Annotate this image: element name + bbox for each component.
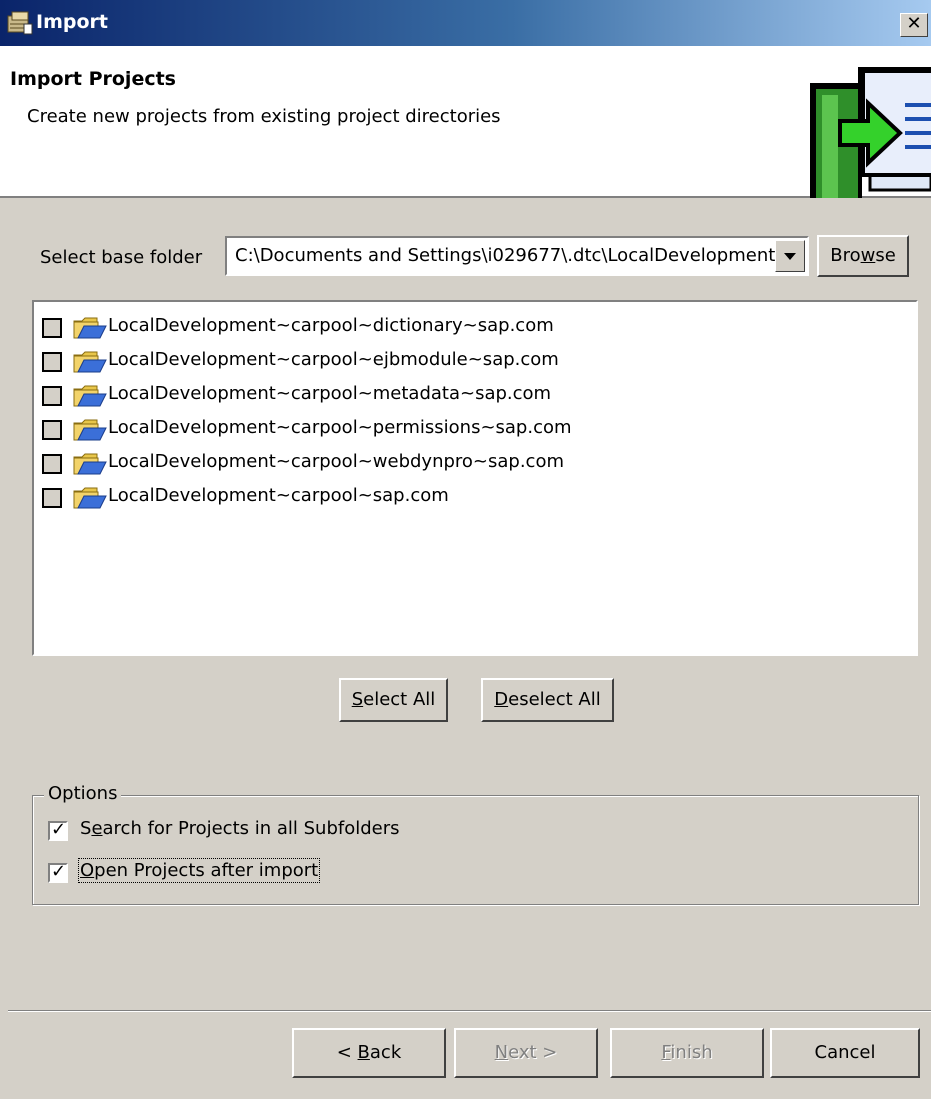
browse-button[interactable]: Browse: [817, 235, 909, 277]
wizard-header: Import Projects Create new projects from…: [0, 46, 931, 198]
project-label: LocalDevelopment~carpool~metadata~sap.co…: [108, 383, 552, 404]
search-subfolders-checkbox[interactable]: ✓: [48, 819, 68, 841]
base-folder-dropdown-button[interactable]: [775, 240, 805, 272]
project-checkbox[interactable]: [42, 454, 62, 474]
back-button[interactable]: < Back: [292, 1028, 446, 1078]
import-arrow-icon: [810, 67, 931, 198]
project-checkbox[interactable]: [42, 488, 62, 508]
project-checkbox[interactable]: [42, 420, 62, 440]
chevron-down-icon: [784, 253, 796, 260]
select-all-button[interactable]: Select All: [339, 678, 448, 722]
base-folder-combo[interactable]: C:\Documents and Settings\i029677\.dtc\L…: [225, 236, 809, 276]
folder-icon: [73, 419, 107, 441]
next-button[interactable]: Next >: [454, 1028, 598, 1078]
project-label: LocalDevelopment~carpool~sap.com: [108, 485, 449, 506]
base-folder-value[interactable]: C:\Documents and Settings\i029677\.dtc\L…: [235, 245, 775, 266]
footer-separator: [8, 1010, 931, 1012]
deselect-all-button[interactable]: Deselect All: [481, 678, 614, 722]
project-list[interactable]: LocalDevelopment~carpool~dictionary~sap.…: [32, 300, 918, 656]
project-label: LocalDevelopment~carpool~permissions~sap…: [108, 417, 572, 438]
checkmark-icon: ✓: [51, 861, 67, 882]
folder-icon: [73, 351, 107, 373]
finish-button[interactable]: Finish: [610, 1028, 764, 1078]
base-folder-label: Select base folder: [40, 247, 203, 268]
open-after-import-label[interactable]: Open Projects after import: [77, 858, 321, 883]
options-group: [32, 795, 919, 905]
page-description: Create new projects from existing projec…: [27, 106, 501, 127]
checkmark-icon: ✓: [51, 819, 67, 840]
open-after-import-checkbox[interactable]: ✓: [48, 861, 68, 883]
project-checkbox[interactable]: [42, 352, 62, 372]
import-wizard-icon: [7, 11, 33, 35]
project-label: LocalDevelopment~carpool~dictionary~sap.…: [108, 315, 554, 336]
folder-icon: [73, 487, 107, 509]
project-checkbox[interactable]: [42, 386, 62, 406]
project-label: LocalDevelopment~carpool~ejbmodule~sap.c…: [108, 349, 559, 370]
close-icon: ✕: [906, 13, 922, 34]
options-group-label: Options: [44, 783, 122, 804]
window-title: Import: [36, 11, 108, 33]
cancel-button[interactable]: Cancel: [770, 1028, 920, 1078]
search-subfolders-label[interactable]: Search for Projects in all Subfolders: [80, 818, 400, 839]
folder-icon: [73, 453, 107, 475]
project-label: LocalDevelopment~carpool~webdynpro~sap.c…: [108, 451, 565, 472]
folder-icon: [73, 385, 107, 407]
project-checkbox[interactable]: [42, 318, 62, 338]
title-bar[interactable]: Import ✕: [0, 0, 931, 46]
page-title: Import Projects: [10, 68, 176, 90]
folder-icon: [73, 317, 107, 339]
close-button[interactable]: ✕: [900, 13, 928, 37]
